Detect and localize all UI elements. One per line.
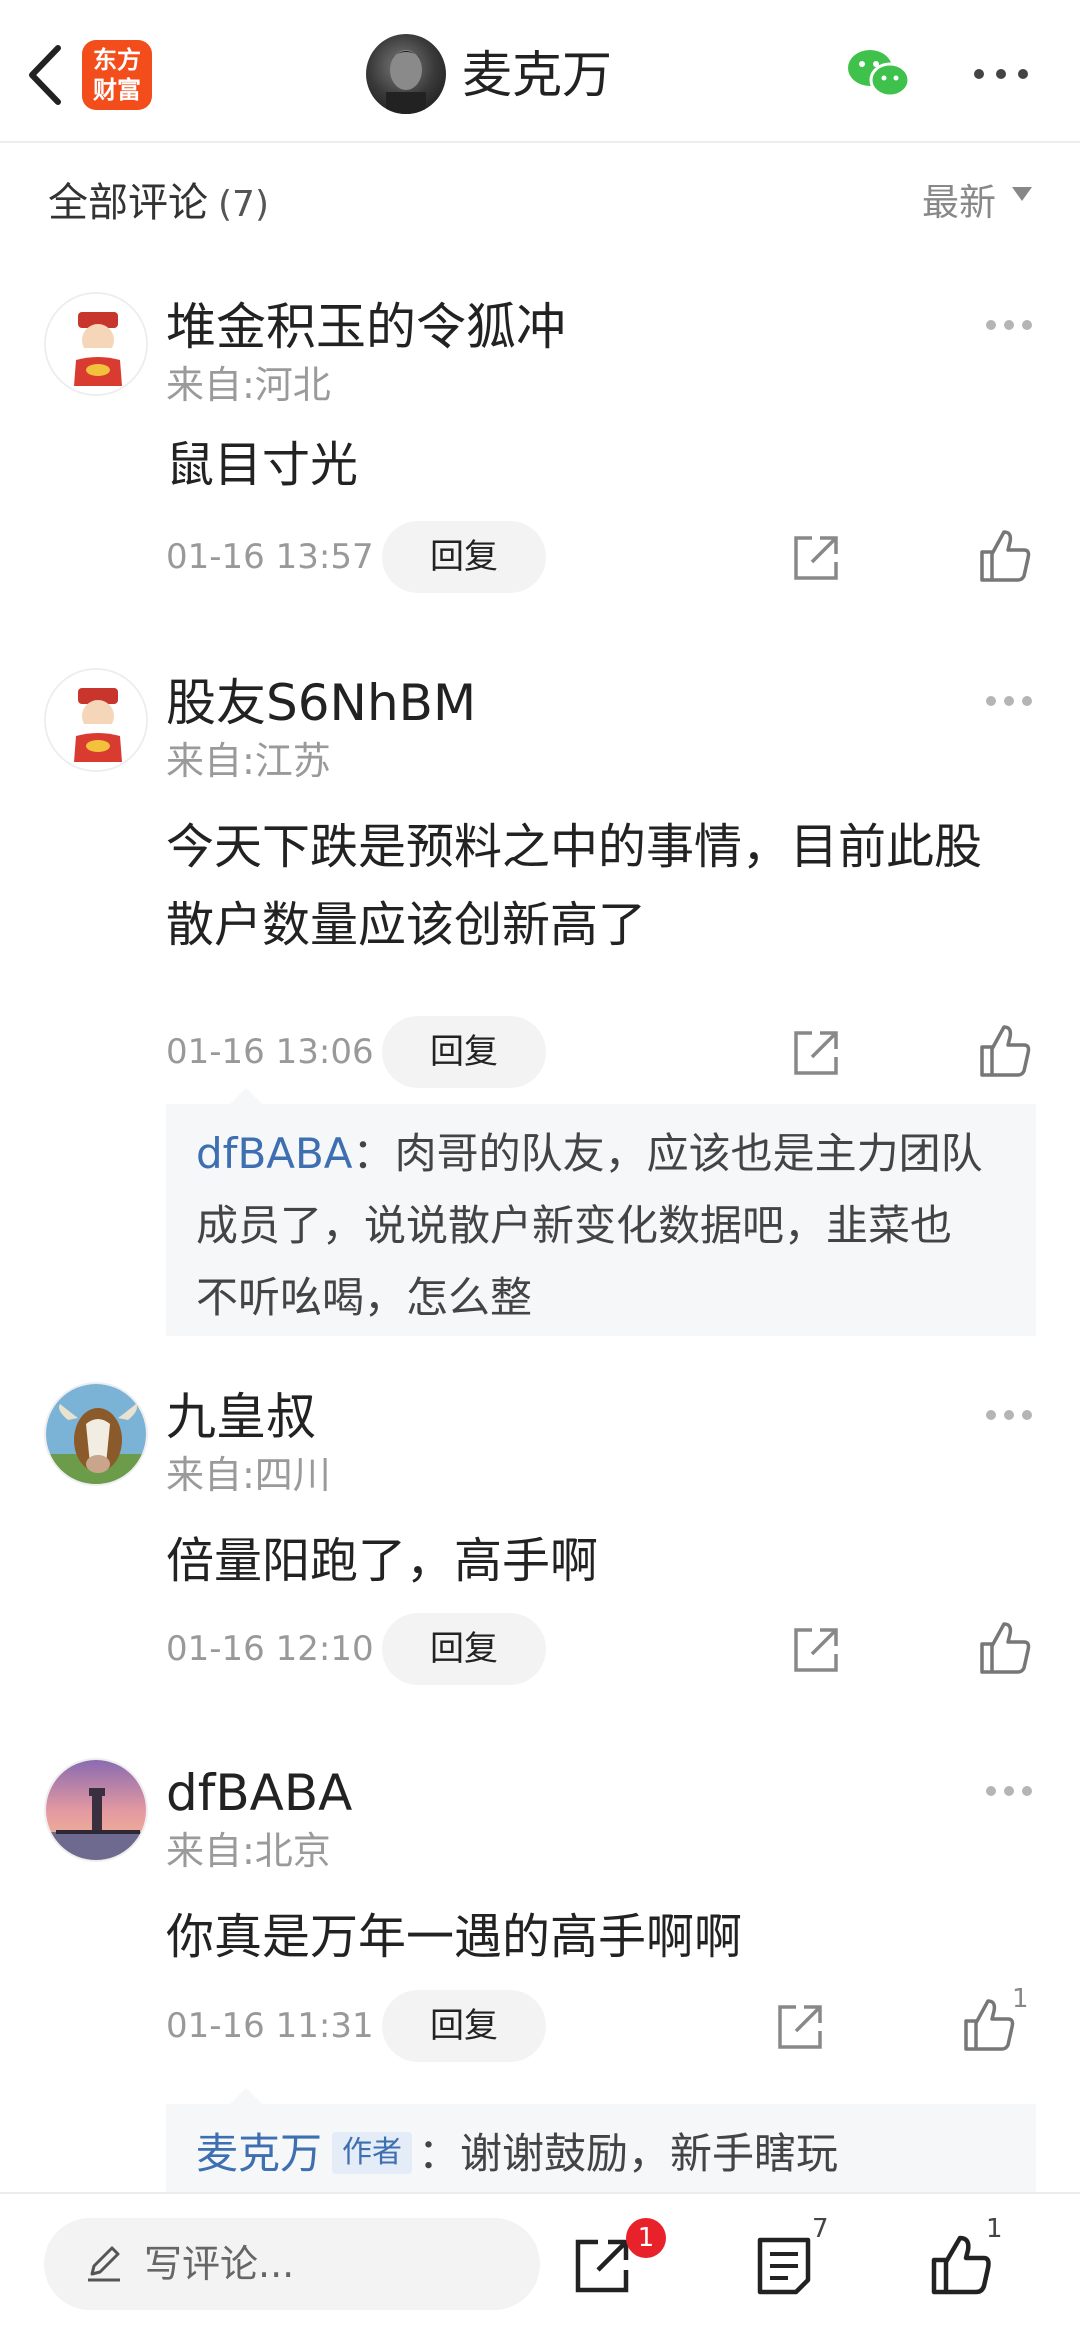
reply-button[interactable]: 回复 xyxy=(382,521,546,593)
comment-time: 01-16 13:57 xyxy=(166,537,374,577)
comment-text: 倍量阳跑了，高手啊 xyxy=(166,1533,599,1589)
comment-location: 来自:北京 xyxy=(166,1829,331,1873)
comment-time: 01-16 11:31 xyxy=(166,2006,374,2046)
reply-notch xyxy=(230,2088,262,2104)
author-avatar[interactable] xyxy=(366,34,446,114)
avatar[interactable] xyxy=(44,1382,148,1486)
sub-reply-username[interactable]: dfBABA xyxy=(196,1129,353,1178)
comment-username[interactable]: 股友S6NhBM xyxy=(166,668,476,738)
share-icon[interactable] xyxy=(790,1624,842,1676)
comment-item: 股友S6NhBM 来自:江苏 今天下跌是预料之中的事情，目前此股 散户数量应该创… xyxy=(0,668,1080,1348)
comment-text: 今天下跌是预料之中的事情，目前此股 散户数量应该创新高了 xyxy=(166,808,1046,964)
comment-location: 来自:河北 xyxy=(166,363,331,407)
comments-count: (7) xyxy=(218,184,269,225)
share-icon[interactable] xyxy=(790,1027,842,1079)
comment-text-line: 今天下跌是预料之中的事情，目前此股 xyxy=(166,819,983,875)
comment-username[interactable]: 九皇叔 xyxy=(166,1382,316,1452)
avatar[interactable] xyxy=(44,292,148,396)
list-icon[interactable] xyxy=(756,2236,812,2296)
fortune-god-avatar-icon xyxy=(46,294,146,394)
reply-button[interactable]: 回复 xyxy=(382,1016,546,1088)
comment-location: 来自:四川 xyxy=(166,1453,331,1497)
comment-more-icon[interactable] xyxy=(986,696,1032,710)
fortune-god-avatar-icon xyxy=(46,670,146,770)
share-icon[interactable] xyxy=(572,2236,632,2296)
write-comment-placeholder: 写评论... xyxy=(144,2242,295,2286)
sub-reply[interactable]: dfBABA：肉哥的队友，应该也是主力团队 成员了，说说散户新变化数据吧，韭菜也… xyxy=(166,1104,1036,1336)
sort-dropdown[interactable]: 最新 xyxy=(922,173,996,233)
comment-text: 鼠目寸光 xyxy=(166,437,359,493)
sub-reply[interactable]: 麦克万 作者 ：谢谢鼓励，新手瞎玩 xyxy=(166,2104,1036,2192)
page-title: 麦克万 xyxy=(462,46,612,104)
avatar[interactable] xyxy=(44,1758,148,1862)
logo-text-1: 东方 xyxy=(93,46,141,74)
like-count: 1 xyxy=(1012,1984,1029,2014)
write-comment-input[interactable]: 写评论... xyxy=(44,2218,540,2310)
app-logo[interactable]: 东方 财富 xyxy=(82,40,152,110)
comment-item: 堆金积玉的令狐冲 来自:河北 鼠目寸光 01-16 13:57 回复 xyxy=(0,292,1080,632)
thumbs-up-icon[interactable] xyxy=(976,528,1032,584)
comments-header: 全部评论 (7) 最新 xyxy=(0,143,1080,263)
reply-notch xyxy=(230,1088,262,1104)
lighthouse-avatar-icon xyxy=(46,1760,146,1860)
sub-reply-text: 谢谢鼓励，新手瞎玩 xyxy=(460,2129,839,2178)
author-tag: 作者 xyxy=(332,2132,413,2174)
pencil-icon xyxy=(88,2246,120,2282)
comment-more-icon[interactable] xyxy=(986,320,1032,334)
wechat-icon[interactable] xyxy=(846,44,912,104)
comment-location: 来自:江苏 xyxy=(166,739,331,783)
comment-time: 01-16 12:10 xyxy=(166,1629,374,1669)
sub-reply-username[interactable]: 麦克万 xyxy=(196,2129,322,2178)
thumbs-up-icon[interactable] xyxy=(930,2234,992,2296)
comment-text-line: 散户数量应该创新高了 xyxy=(166,897,647,953)
sub-reply-text: 不听吆喝，怎么整 xyxy=(196,1273,533,1322)
more-icon[interactable] xyxy=(972,60,1030,90)
comment-more-icon[interactable] xyxy=(986,1786,1032,1800)
thumbs-up-icon[interactable] xyxy=(976,1023,1032,1079)
comment-item: 九皇叔 来自:四川 倍量阳跑了，高手啊 01-16 12:10 回复 xyxy=(0,1382,1080,1722)
sub-reply-text: 成员了，说说散户新变化数据吧，韭菜也 xyxy=(196,1201,953,1250)
comment-text: 你真是万年一遇的高手啊啊 xyxy=(166,1909,743,1965)
comment-item: dfBABA 来自:北京 你真是万年一遇的高手啊啊 01-16 11:31 回复… xyxy=(0,1758,1080,2192)
bottom-bar: 写评论... 1 7 1 xyxy=(0,2192,1080,2330)
share-badge: 1 xyxy=(626,2218,666,2258)
comment-time: 01-16 13:06 xyxy=(166,1032,374,1072)
back-arrow-icon[interactable] xyxy=(22,40,72,110)
comments-title: 全部评论 (7) xyxy=(48,173,269,235)
logo-text-2: 财富 xyxy=(93,76,141,104)
likes-count-badge: 1 xyxy=(986,2214,1003,2244)
comment-username[interactable]: 堆金积玉的令狐冲 xyxy=(166,292,566,362)
cow-avatar-icon xyxy=(46,1384,146,1484)
share-icon[interactable] xyxy=(774,2001,826,2053)
sub-reply-text: 肉哥的队友，应该也是主力团队 xyxy=(394,1129,983,1178)
chevron-down-icon[interactable] xyxy=(1012,187,1032,201)
share-icon[interactable] xyxy=(790,532,842,584)
comments-title-text: 全部评论 xyxy=(48,180,208,226)
comments-count-badge: 7 xyxy=(812,2214,829,2244)
thumbs-up-icon[interactable] xyxy=(976,1620,1032,1676)
avatar[interactable] xyxy=(44,668,148,772)
avatar-portrait-icon xyxy=(386,50,426,114)
reply-button[interactable]: 回复 xyxy=(382,1990,546,2062)
top-bar: 东方 财富 麦克万 xyxy=(0,0,1080,143)
thumbs-up-icon[interactable] xyxy=(960,1997,1016,2053)
comment-username[interactable]: dfBABA xyxy=(166,1758,352,1828)
comment-more-icon[interactable] xyxy=(986,1410,1032,1424)
sub-reply-separator: ： xyxy=(418,2129,461,2178)
sub-reply-separator: ： xyxy=(352,1129,395,1178)
reply-button[interactable]: 回复 xyxy=(382,1613,546,1685)
